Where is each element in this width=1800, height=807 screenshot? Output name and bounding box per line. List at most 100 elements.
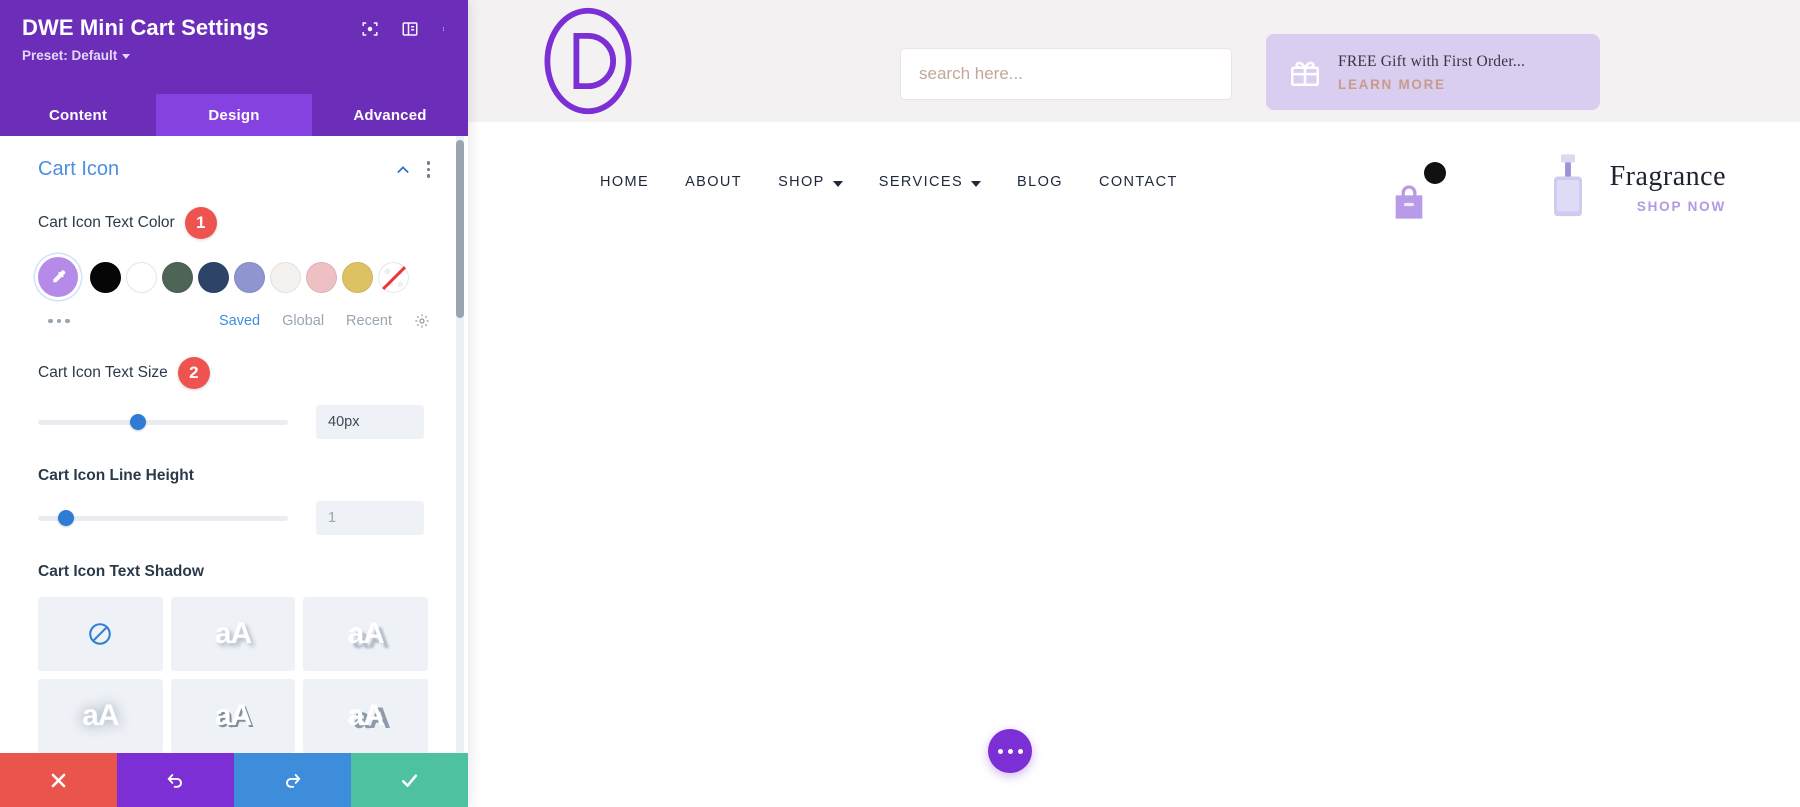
cart-count-badge: [1424, 162, 1446, 184]
cancel-button[interactable]: [0, 753, 117, 807]
gear-icon[interactable]: [414, 313, 430, 329]
panel-header-icons: [361, 14, 446, 38]
layout-panel-icon[interactable]: [401, 20, 419, 38]
cart-icon-text-size-slider[interactable]: [38, 414, 288, 430]
swatch-black[interactable]: [90, 261, 121, 293]
color-tab-recent[interactable]: Recent: [346, 313, 392, 329]
chevron-down-icon: [122, 53, 131, 59]
status-badge-2: 2: [177, 357, 210, 389]
text-shadow-preset-grid: aA aA aA aA aA: [38, 597, 428, 753]
preset-selector[interactable]: Preset: Default: [22, 48, 446, 63]
check-icon: [401, 773, 418, 787]
section-title: Cart Icon: [38, 158, 120, 180]
cart-icon-text-size-input[interactable]: [316, 405, 424, 439]
panel-scrollbar[interactable]: [456, 136, 464, 753]
eyedropper-icon: [52, 269, 65, 282]
shadow-preset-long[interactable]: aA: [303, 679, 428, 753]
menu-item-label: BLOG: [1017, 174, 1063, 190]
section-header: Cart Icon: [38, 158, 430, 181]
search-input-placeholder: search here...: [919, 64, 1023, 83]
site-preview: search here... FREE Gift with First Orde…: [468, 0, 1800, 807]
tab-advanced[interactable]: Advanced: [312, 94, 468, 136]
gift-icon: [1290, 61, 1320, 87]
cart-icon-text-color-label-row: Cart Icon Text Color 1: [38, 207, 430, 239]
menu-item-services[interactable]: SERVICES: [878, 174, 982, 190]
shadow-preset-glow[interactable]: aA: [38, 679, 163, 753]
panel-header: DWE Mini Cart Settings Preset: Default: [0, 0, 468, 94]
shadow-preset-glyph: aA: [82, 699, 119, 732]
page-title: DWE Mini Cart Settings: [22, 15, 269, 40]
swatch-white[interactable]: [126, 261, 157, 293]
swatch-gold[interactable]: [342, 261, 373, 293]
redo-icon: [286, 773, 301, 788]
swatch-pink[interactable]: [306, 261, 337, 293]
menu-item-label: SHOP: [778, 174, 825, 190]
site-topbar: search here... FREE Gift with First Orde…: [468, 0, 1800, 122]
swatch-offwhite[interactable]: [270, 261, 301, 293]
menu-item-blog[interactable]: BLOG: [1017, 174, 1063, 190]
main-menu: HOME ABOUT SHOP SERVICES BLOG CONTACT: [600, 174, 1178, 190]
color-picker-swatch[interactable]: [38, 257, 78, 297]
shadow-preset-glyph: aA: [347, 617, 384, 650]
cart-icon-line-height-input[interactable]: [316, 501, 424, 535]
mini-cart-button[interactable]: [1388, 162, 1446, 222]
scrollbar-thumb[interactable]: [456, 140, 464, 318]
ellipsis-icon[interactable]: [38, 318, 70, 324]
focus-icon[interactable]: [361, 20, 379, 38]
panel-scroll-area: Cart Icon Cart Icon Text Color 1 Saved G…: [0, 136, 468, 753]
cart-icon-text-size-label: Cart Icon Text Size: [38, 364, 168, 381]
color-tab-saved[interactable]: Saved: [219, 313, 260, 329]
menu-item-contact[interactable]: CONTACT: [1099, 174, 1178, 190]
tab-design[interactable]: Design: [156, 94, 312, 136]
shopping-bag-icon: [1395, 185, 1423, 219]
fragrance-shop-now-link[interactable]: SHOP NOW: [1637, 199, 1726, 214]
swatch-none[interactable]: [378, 261, 409, 293]
perfume-bottle-icon: [1553, 154, 1582, 217]
redo-button[interactable]: [234, 753, 351, 807]
swatch-periwinkle[interactable]: [234, 261, 265, 293]
swatch-green[interactable]: [162, 261, 193, 293]
section-options-kebab-icon[interactable]: [426, 161, 430, 178]
fragrance-title: Fragrance: [1609, 160, 1726, 192]
divi-logo-icon: [544, 7, 632, 115]
chevron-down-icon: [832, 180, 843, 187]
undo-button[interactable]: [117, 753, 234, 807]
color-tab-global[interactable]: Global: [282, 313, 324, 329]
shadow-preset-soft-down[interactable]: aA: [170, 597, 296, 671]
shadow-preset-none[interactable]: [38, 597, 163, 671]
slider-knob[interactable]: [130, 414, 146, 430]
field-cart-icon-text-size: Cart Icon Text Size 2: [38, 357, 430, 439]
menu-item-home[interactable]: HOME: [600, 174, 649, 190]
chevron-up-icon[interactable]: [395, 162, 411, 178]
gift-promo-banner[interactable]: FREE Gift with First Order... LEARN MORE: [1266, 34, 1600, 110]
floating-options-button[interactable]: [988, 729, 1032, 773]
swatch-navy[interactable]: [198, 261, 229, 293]
menu-item-label: HOME: [600, 174, 650, 190]
screen-root: DWE Mini Cart Settings Preset: Default C…: [0, 0, 1800, 807]
menu-item-label: CONTACT: [1098, 174, 1178, 190]
field-cart-icon-text-color: Cart Icon Text Color 1 Saved Global Rece…: [38, 207, 430, 329]
shadow-preset-glyph: aA: [214, 617, 252, 650]
panel-tabs: Content Design Advanced: [0, 94, 468, 136]
menu-item-about[interactable]: ABOUT: [685, 174, 742, 190]
shadow-preset-hard-down[interactable]: aA: [303, 597, 428, 671]
search-input-wrapper[interactable]: search here...: [900, 48, 1232, 100]
shadow-preset-offset[interactable]: aA: [170, 679, 296, 753]
gift-banner-headline: FREE Gift with First Order...: [1338, 52, 1526, 70]
gift-banner-cta[interactable]: LEARN MORE: [1338, 77, 1525, 92]
menu-item-shop[interactable]: SHOP: [778, 174, 843, 190]
undo-icon: [167, 773, 182, 788]
cart-icon-text-color-label: Cart Icon Text Color: [38, 214, 175, 231]
kebab-menu-icon[interactable]: [441, 20, 446, 38]
no-shadow-icon: [89, 623, 112, 645]
divi-logo[interactable]: [530, 3, 646, 119]
fragrance-promo[interactable]: Fragrance SHOP NOW: [1542, 152, 1726, 222]
menu-item-label: SERVICES: [878, 174, 964, 190]
menu-item-label: ABOUT: [685, 174, 743, 190]
color-meta-row: Saved Global Recent: [38, 313, 430, 329]
slider-knob[interactable]: [57, 510, 74, 526]
cart-icon-line-height-slider[interactable]: [38, 510, 288, 526]
save-button[interactable]: [351, 753, 468, 807]
tab-content[interactable]: Content: [0, 94, 156, 136]
settings-panel: DWE Mini Cart Settings Preset: Default C…: [0, 0, 468, 807]
